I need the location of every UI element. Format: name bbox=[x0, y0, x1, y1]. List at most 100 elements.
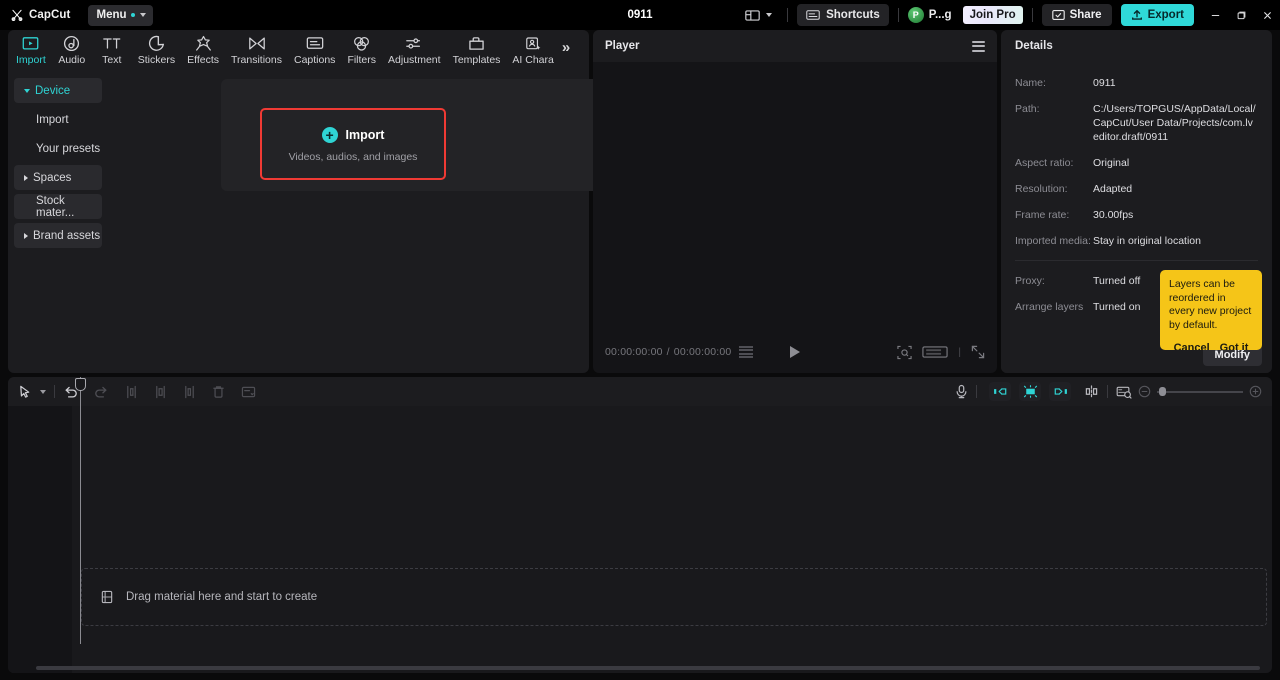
shortcuts-label: Shortcuts bbox=[826, 9, 880, 21]
sidebar-item-label: Spaces bbox=[33, 171, 72, 184]
tab-text[interactable]: Text bbox=[92, 30, 132, 70]
sidebar-item-label: Your presets bbox=[36, 142, 101, 155]
zoom-slider-track[interactable] bbox=[1157, 387, 1243, 396]
tab-adjustment[interactable]: Adjustment bbox=[382, 30, 447, 70]
sidebar-item-label: Brand assets bbox=[33, 229, 101, 242]
sidebar-item-your-presets[interactable]: Your presets bbox=[14, 136, 102, 161]
auto-cut-middle-button[interactable] bbox=[1019, 382, 1041, 401]
effects-icon bbox=[195, 35, 212, 52]
split-clip-button[interactable] bbox=[1084, 385, 1099, 398]
maximize-button[interactable] bbox=[1228, 0, 1254, 30]
split-right-button[interactable] bbox=[183, 385, 196, 399]
export-label: Export bbox=[1147, 9, 1184, 21]
layout-switch-button[interactable] bbox=[739, 6, 778, 25]
join-pro-badge[interactable]: Join Pro bbox=[962, 6, 1023, 24]
auto-cut-start-button[interactable] bbox=[989, 382, 1011, 401]
media-placeholder-icon bbox=[100, 590, 114, 604]
tab-effects[interactable]: Effects bbox=[181, 30, 225, 70]
tooltip-cancel-button[interactable]: Cancel bbox=[1174, 342, 1210, 350]
split-button[interactable] bbox=[154, 385, 167, 399]
detail-label: Aspect ratio: bbox=[1015, 157, 1074, 169]
timeline-dropzone[interactable]: Drag material here and start to create bbox=[81, 568, 1267, 626]
player-timecode-options-icon[interactable] bbox=[739, 345, 754, 359]
tab-import[interactable]: Import bbox=[10, 30, 52, 70]
detail-label: Name: bbox=[1015, 77, 1046, 89]
import-icon bbox=[22, 35, 39, 52]
chevron-right-icon bbox=[24, 174, 28, 181]
timeline-zoom-slider[interactable] bbox=[1138, 385, 1262, 398]
divider bbox=[787, 8, 789, 22]
plus-icon: + bbox=[321, 127, 338, 143]
fullscreen-icon[interactable] bbox=[971, 345, 985, 359]
crop-button[interactable] bbox=[241, 385, 256, 399]
detail-value: 0911 bbox=[1093, 77, 1116, 89]
sidebar-item-brand-assets[interactable]: Brand assets bbox=[14, 223, 102, 248]
split-left-button[interactable] bbox=[125, 385, 138, 399]
detail-row-resolution: Resolution: Adapted bbox=[1015, 182, 1258, 196]
transitions-icon bbox=[248, 35, 266, 52]
minimize-button[interactable] bbox=[1202, 0, 1228, 30]
snapshot-button[interactable] bbox=[1116, 385, 1132, 399]
delete-button[interactable] bbox=[212, 385, 225, 399]
avatar: P bbox=[907, 7, 924, 23]
sidebar-item-label: Import bbox=[36, 113, 69, 126]
select-tool-icon[interactable] bbox=[18, 385, 32, 399]
app-logo: CapCut bbox=[10, 8, 71, 22]
menu-button[interactable]: Menu bbox=[87, 4, 153, 26]
divider bbox=[54, 385, 55, 398]
magnifier-icon[interactable] bbox=[897, 345, 913, 360]
zoom-in-button[interactable] bbox=[1249, 385, 1262, 398]
filters-icon bbox=[353, 35, 370, 52]
tab-captions[interactable]: Captions bbox=[288, 30, 341, 70]
chevron-down-icon bbox=[24, 88, 30, 93]
detail-label: Imported media: bbox=[1015, 235, 1091, 247]
redo-button[interactable] bbox=[94, 385, 109, 399]
timeline-ruler[interactable] bbox=[8, 406, 1272, 428]
share-button[interactable]: Share bbox=[1041, 4, 1112, 26]
tab-ai-character[interactable]: AI Chara bbox=[506, 30, 559, 70]
menu-update-dot-icon bbox=[130, 13, 135, 17]
close-button[interactable] bbox=[1254, 0, 1280, 30]
tab-templates[interactable]: Templates bbox=[447, 30, 507, 70]
divider bbox=[1107, 385, 1108, 398]
zoom-slider-handle[interactable] bbox=[1159, 387, 1166, 396]
tab-audio[interactable]: Audio bbox=[52, 30, 92, 70]
account-area[interactable]: P P...g Join Pro bbox=[907, 6, 1023, 24]
player-panel: Player 00:00:00:00 / 00:00:00:00 | bbox=[593, 30, 997, 373]
aspect-ratio-icon[interactable] bbox=[922, 345, 949, 359]
detail-row-frame-rate: Frame rate: 30.00fps bbox=[1015, 208, 1258, 222]
chevron-right-icon bbox=[24, 232, 28, 239]
player-menu-icon[interactable] bbox=[972, 40, 985, 52]
select-tool-dropdown-icon[interactable] bbox=[38, 389, 46, 394]
timeline-horizontal-scrollbar[interactable] bbox=[36, 666, 1260, 670]
record-voiceover-button[interactable] bbox=[955, 384, 968, 399]
library-sidebar: Device Import Your presets Spaces Stock … bbox=[8, 70, 108, 373]
tab-label: Stickers bbox=[137, 53, 176, 66]
templates-icon bbox=[468, 35, 485, 52]
sidebar-item-stock-materials[interactable]: Stock mater... bbox=[14, 194, 102, 219]
export-button[interactable]: Export bbox=[1120, 4, 1194, 26]
player-header: Player bbox=[593, 30, 997, 62]
sidebar-item-spaces[interactable]: Spaces bbox=[14, 165, 102, 190]
player-canvas[interactable] bbox=[593, 62, 997, 331]
tab-transitions[interactable]: Transitions bbox=[225, 30, 288, 70]
tooltip-arrow-icon bbox=[1160, 313, 1161, 323]
sidebar-item-import[interactable]: Import bbox=[14, 107, 102, 132]
timeline-playhead-handle[interactable] bbox=[75, 378, 86, 391]
timeline-playhead[interactable] bbox=[80, 377, 81, 644]
audio-icon bbox=[63, 35, 80, 52]
sidebar-item-device[interactable]: Device bbox=[14, 78, 102, 103]
chevron-down-icon bbox=[766, 13, 773, 17]
tab-filters[interactable]: Filters bbox=[341, 30, 382, 70]
auto-cut-end-button[interactable] bbox=[1049, 382, 1071, 401]
import-cta[interactable]: + Import Videos, audios, and images bbox=[266, 116, 440, 174]
player-controls-bar: 00:00:00:00 / 00:00:00:00 | bbox=[593, 331, 997, 373]
tab-stickers[interactable]: Stickers bbox=[132, 30, 181, 70]
separator: | bbox=[958, 346, 961, 358]
tooltip-confirm-button[interactable]: Got it bbox=[1220, 342, 1249, 350]
more-tabs-button[interactable]: » bbox=[560, 39, 574, 62]
shortcuts-button[interactable]: Shortcuts bbox=[797, 4, 889, 26]
zoom-out-button[interactable] bbox=[1138, 385, 1151, 398]
timeline-tracks-area[interactable]: Drag material here and start to create bbox=[8, 428, 1272, 673]
main-nav-tabs: Import Audio Text Stickers Effects Trans… bbox=[8, 30, 589, 70]
